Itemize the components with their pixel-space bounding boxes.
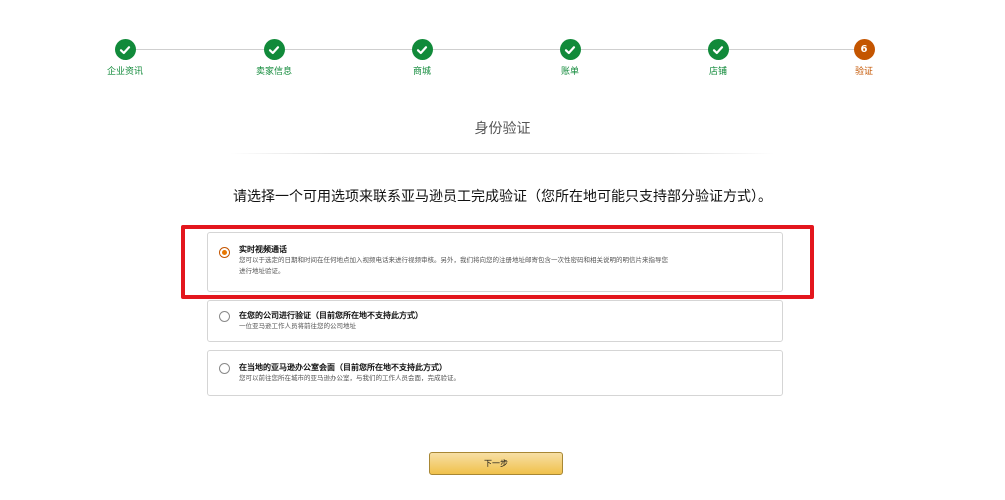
option-title: 在您的公司进行验证（目前您所在地不支持此方式）: [239, 311, 423, 320]
option-description: 您可以前往您所在城市的亚马逊办公室，与我们的工作人员会面，完成验证。: [239, 374, 460, 382]
check-icon: [707, 39, 729, 60]
check-icon: [411, 39, 433, 60]
check-icon: [263, 39, 285, 60]
instruction-text: 请选择一个可用选项来联系亚马逊员工完成验证（您所在地可能只支持部分验证方式）。: [233, 189, 772, 205]
radio-button[interactable]: [219, 363, 230, 374]
option-title: 实时视频通话: [239, 245, 287, 254]
verification-page: 企业资讯 卖家信息 商城 账单 店铺 6 验证 身份验证 请选择一个可用选项来联…: [0, 0, 1005, 500]
radio-button[interactable]: [219, 311, 230, 322]
check-icon: [559, 39, 581, 60]
option-company-visit[interactable]: 在您的公司进行验证（目前您所在地不支持此方式） 一位亚马逊工作人员将前往您的公司…: [207, 300, 783, 342]
step-label: 验证: [854, 67, 873, 77]
option-content: 在您的公司进行验证（目前您所在地不支持此方式） 一位亚马逊工作人员将前往您的公司…: [239, 310, 772, 332]
step-number-badge: 6: [853, 39, 875, 60]
step-label: 企业资讯: [106, 67, 143, 77]
option-description: 您可以于选定的日期和时间在任何地点加入视频电话来进行视频审核。另外，我们将向您的…: [239, 256, 668, 264]
option-content: 实时视频通话 您可以于选定的日期和时间在任何地点加入视频电话来进行视频审核。另外…: [239, 244, 772, 277]
title-divider: [230, 153, 775, 154]
step-store[interactable]: 店铺: [678, 39, 758, 77]
step-billing[interactable]: 账单: [530, 39, 610, 77]
step-label: 账单: [560, 67, 579, 77]
option-description: 一位亚马逊工作人员将前往您的公司地址: [239, 322, 356, 330]
option-description: 进行地址验证。: [239, 267, 285, 275]
page-title: 身份验证: [474, 121, 531, 137]
step-marketplace[interactable]: 商城: [382, 39, 462, 77]
step-verification: 6 验证: [824, 39, 904, 77]
option-content: 在当地的亚马逊办公室会面（目前您所在地不支持此方式） 您可以前往您所在城市的亚马…: [239, 362, 772, 384]
radio-button-checked[interactable]: [219, 247, 230, 258]
progress-stepper: 企业资讯 卖家信息 商城 账单 店铺 6 验证: [0, 0, 1005, 80]
option-live-video-call[interactable]: 实时视频通话 您可以于选定的日期和时间在任何地点加入视频电话来进行视频审核。另外…: [207, 232, 783, 292]
check-icon: [114, 39, 136, 60]
step-label: 商城: [412, 67, 431, 77]
step-label: 卖家信息: [255, 67, 292, 77]
step-label: 店铺: [708, 67, 727, 77]
next-step-button[interactable]: 下一步: [429, 452, 563, 475]
option-office-meeting[interactable]: 在当地的亚马逊办公室会面（目前您所在地不支持此方式） 您可以前往您所在城市的亚马…: [207, 350, 783, 396]
step-seller-info[interactable]: 卖家信息: [234, 39, 314, 77]
option-title: 在当地的亚马逊办公室会面（目前您所在地不支持此方式）: [239, 363, 447, 372]
step-company-info[interactable]: 企业资讯: [85, 39, 165, 77]
